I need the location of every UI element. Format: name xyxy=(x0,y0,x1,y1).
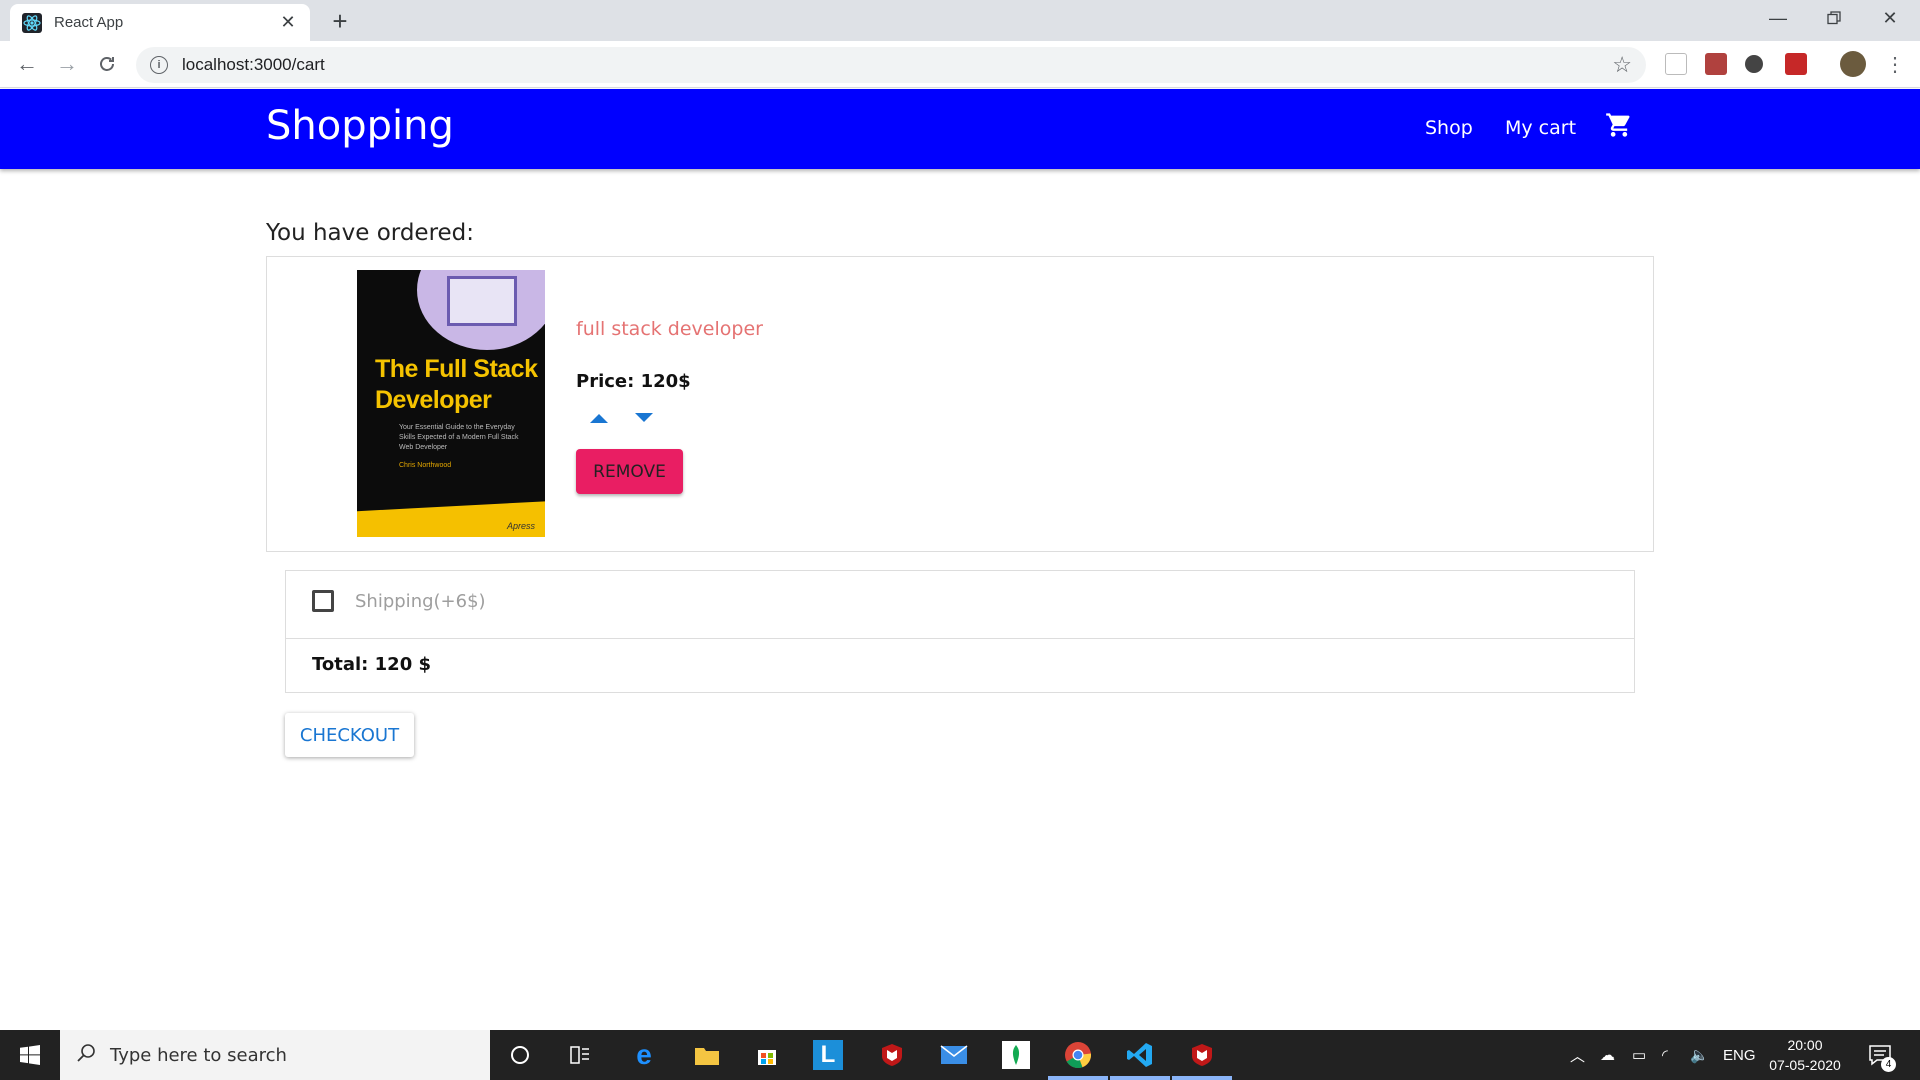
onedrive-error-icon[interactable]: ☁ xyxy=(1600,1030,1615,1080)
mcafee-security-icon[interactable] xyxy=(1185,1038,1219,1072)
taskbar-search-placeholder: Type here to search xyxy=(110,1044,287,1066)
extension-red-icon[interactable] xyxy=(1785,53,1807,75)
windows-start-icon[interactable] xyxy=(0,1030,60,1080)
app-header: Shopping Shop My cart xyxy=(0,89,1920,169)
clock-date: 07-05-2020 xyxy=(1769,1057,1841,1073)
notification-count-badge: 4 xyxy=(1881,1057,1896,1072)
tab-title: React App xyxy=(54,14,124,31)
browser-tab-bar: React App ✕ + — ✕ xyxy=(0,0,1920,41)
battery-icon[interactable]: ▭ xyxy=(1632,1030,1646,1080)
restore-icon[interactable] xyxy=(1806,0,1862,36)
bookmark-star-icon[interactable]: ☆ xyxy=(1612,52,1632,78)
show-hidden-icons-icon[interactable]: ︿ xyxy=(1570,1030,1585,1080)
chrome-icon[interactable] xyxy=(1061,1038,1095,1072)
wifi-icon[interactable]: ◜ xyxy=(1662,1030,1668,1080)
book-cover-title-line1: The Full Stack xyxy=(375,355,538,383)
product-name: full stack developer xyxy=(576,318,763,340)
mcafee-active-indicator xyxy=(1172,1076,1232,1080)
mcafee-icon[interactable] xyxy=(875,1038,909,1072)
search-icon xyxy=(76,1043,96,1068)
order-summary: Shipping(+6$) Total: 120 $ xyxy=(285,570,1635,693)
extension-circle-icon[interactable] xyxy=(1745,55,1763,73)
taskbar-search-box[interactable]: Type here to search xyxy=(60,1030,490,1080)
l-app-icon[interactable]: L xyxy=(813,1040,843,1070)
new-tab-icon[interactable]: + xyxy=(325,6,355,36)
brand-title[interactable]: Shopping xyxy=(266,103,454,149)
close-tab-icon[interactable]: ✕ xyxy=(278,12,298,33)
mail-icon[interactable] xyxy=(937,1038,971,1072)
book-cover-stripe xyxy=(357,499,545,537)
remove-button[interactable]: REMOVE xyxy=(576,449,683,494)
extension-pdf-icon[interactable] xyxy=(1705,53,1727,75)
shipping-row: Shipping(+6$) xyxy=(286,571,1634,639)
reload-icon[interactable] xyxy=(92,49,122,79)
file-explorer-icon[interactable] xyxy=(690,1038,724,1072)
nav-shop-link[interactable]: Shop xyxy=(1425,117,1473,139)
cortana-icon[interactable] xyxy=(503,1038,537,1072)
profile-avatar[interactable] xyxy=(1840,51,1866,77)
vscode-active-indicator xyxy=(1110,1076,1170,1080)
edge-icon[interactable]: e xyxy=(627,1038,661,1072)
order-heading: You have ordered: xyxy=(266,220,475,246)
minimize-icon[interactable]: — xyxy=(1750,0,1806,36)
shopping-cart-icon[interactable] xyxy=(1605,111,1633,139)
nav-cart-link[interactable]: My cart xyxy=(1505,117,1576,139)
shipping-label[interactable]: Shipping(+6$) xyxy=(355,591,486,612)
book-cover-author: Chris Northwood xyxy=(399,462,452,469)
taskbar-clock[interactable]: 20:00 07-05-2020 xyxy=(1760,1035,1850,1075)
address-bar[interactable]: i localhost:3000/cart ☆ xyxy=(136,47,1646,83)
vscode-icon[interactable] xyxy=(1123,1038,1157,1072)
forward-icon[interactable]: → xyxy=(52,49,82,79)
decrease-quantity-icon[interactable] xyxy=(632,410,656,426)
browser-toolbar: ← → i localhost:3000/cart ☆ ⋮ xyxy=(0,41,1920,88)
book-cover-subtitle: Your Essential Guide to the Everyday Ski… xyxy=(399,424,519,451)
site-info-icon[interactable]: i xyxy=(150,56,168,74)
checkout-button[interactable]: CHECKOUT xyxy=(285,713,414,757)
notifications-icon[interactable]: 4 xyxy=(1868,1030,1896,1080)
book-cover-laptop xyxy=(447,276,517,326)
clock-time: 20:00 xyxy=(1787,1037,1823,1053)
language-indicator[interactable]: ENG xyxy=(1723,1030,1756,1080)
book-cover-publisher: Apress xyxy=(506,521,535,531)
browser-tab[interactable]: React App ✕ xyxy=(10,4,310,41)
total-label: Total: 120 $ xyxy=(312,654,432,675)
url-text: localhost:3000/cart xyxy=(182,55,325,74)
store-icon[interactable] xyxy=(750,1038,784,1072)
book-cover-title-line2: Developer xyxy=(375,386,492,414)
increase-quantity-icon[interactable] xyxy=(587,410,611,426)
close-window-icon[interactable]: ✕ xyxy=(1862,0,1918,36)
shipping-checkbox[interactable] xyxy=(312,590,334,612)
extension-pocket-icon[interactable] xyxy=(1665,53,1687,75)
windows-taskbar: Type here to search e L ︿ ☁ ▭ ◜ 🔈 ENG 20… xyxy=(0,1030,1920,1080)
volume-icon[interactable]: 🔈 xyxy=(1690,1030,1709,1080)
chrome-active-indicator xyxy=(1048,1076,1108,1080)
book-cover-title: The Full Stack Developer xyxy=(375,354,538,416)
react-favicon-icon xyxy=(22,12,42,33)
product-price: Price: 120$ xyxy=(576,371,691,392)
mongodb-icon[interactable] xyxy=(999,1038,1033,1072)
browser-menu-icon[interactable]: ⋮ xyxy=(1880,49,1910,79)
book-cover-image: The Full Stack Developer Your Essential … xyxy=(357,270,545,537)
cart-item-card: The Full Stack Developer Your Essential … xyxy=(266,256,1654,552)
back-icon[interactable]: ← xyxy=(12,49,42,79)
task-view-icon[interactable] xyxy=(563,1038,597,1072)
